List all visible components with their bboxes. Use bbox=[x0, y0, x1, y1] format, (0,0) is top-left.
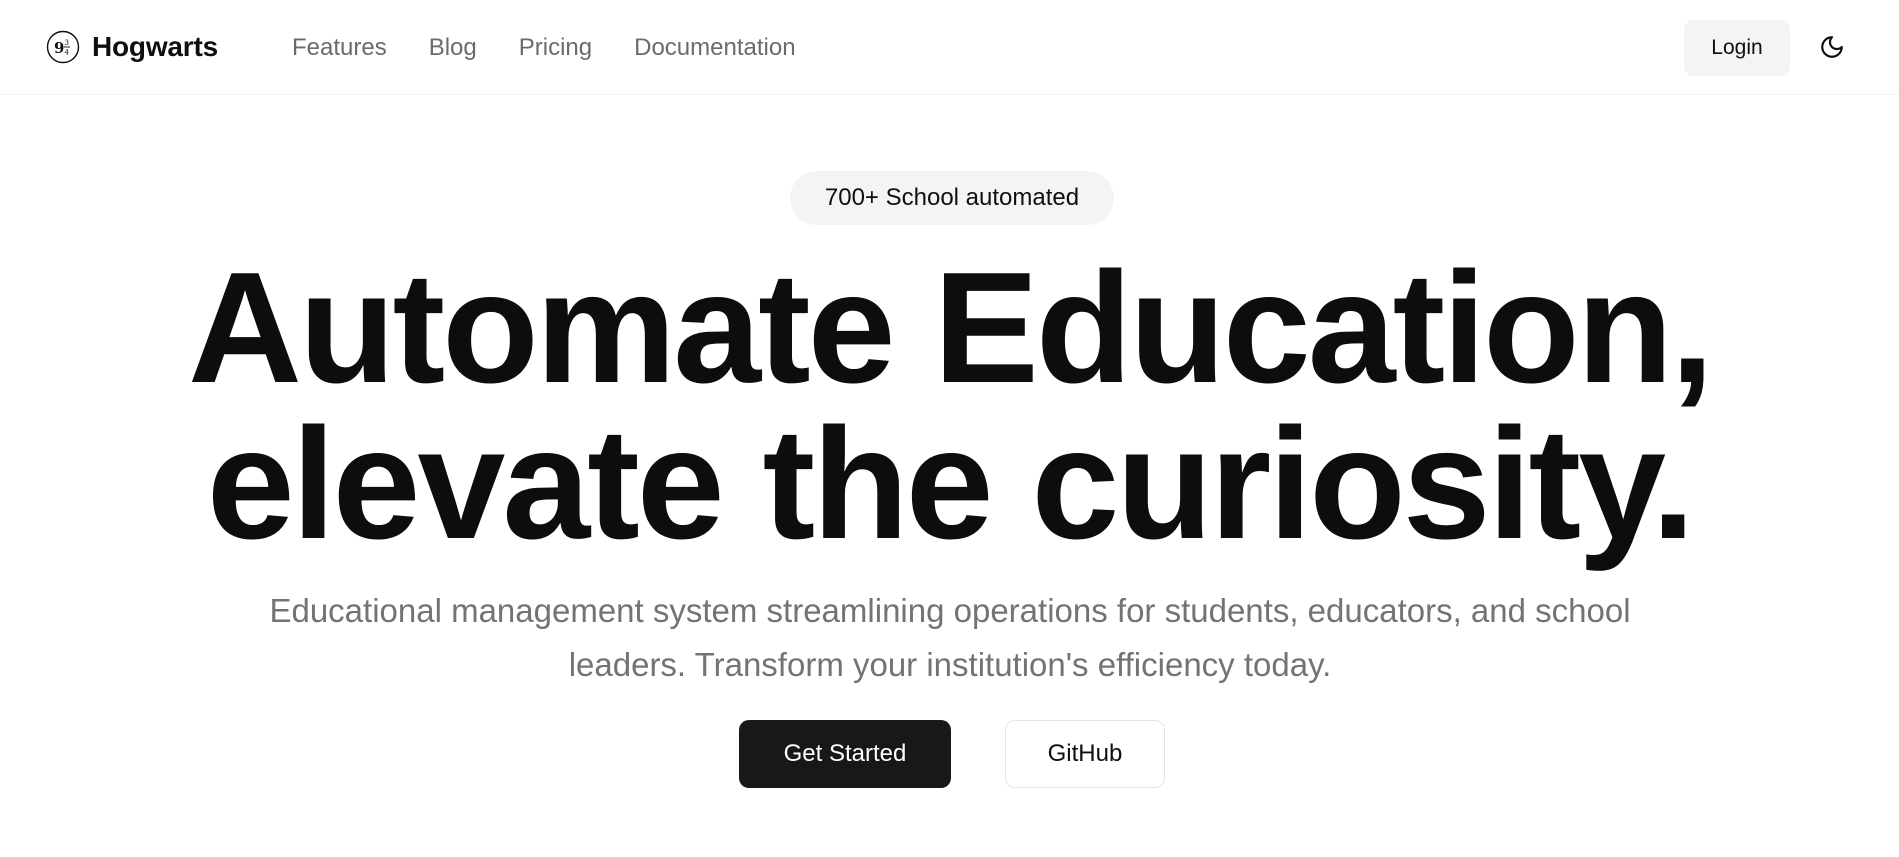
svg-text:9: 9 bbox=[54, 39, 64, 57]
hero-title: Automate Education, elevate the curiosit… bbox=[0, 240, 1899, 572]
brand-name: Hogwarts bbox=[92, 31, 218, 62]
nav-link-documentation[interactable]: Documentation bbox=[634, 32, 795, 64]
theme-toggle-button[interactable] bbox=[1815, 28, 1849, 68]
nav-link-blog[interactable]: Blog bbox=[429, 32, 477, 64]
brand-link[interactable]: 9 3 4 Hogwarts bbox=[46, 30, 218, 64]
svg-text:3: 3 bbox=[65, 39, 69, 47]
platform-nine-three-quarters-logo-icon: 9 3 4 bbox=[46, 30, 80, 64]
github-button[interactable]: GitHub bbox=[1005, 720, 1165, 788]
site-header: 9 3 4 Hogwarts Features Blog Pricing Doc… bbox=[0, 0, 1899, 95]
get-started-button[interactable]: Get Started bbox=[739, 720, 951, 788]
hero-subtitle: Educational management system streamlini… bbox=[269, 592, 1631, 683]
hero-title-line-2: elevate the curiosity. bbox=[206, 396, 1695, 572]
schools-badge: 700+ School automated bbox=[790, 171, 1114, 225]
moon-icon bbox=[1819, 34, 1845, 63]
login-button[interactable]: Login bbox=[1684, 20, 1790, 76]
landing-page: 9 3 4 Hogwarts Features Blog Pricing Doc… bbox=[0, 0, 1899, 857]
nav-link-features[interactable]: Features bbox=[292, 32, 387, 64]
svg-text:4: 4 bbox=[65, 49, 70, 57]
nav-link-pricing[interactable]: Pricing bbox=[519, 32, 592, 64]
hero-title-line-1: Automate Education, bbox=[187, 240, 1714, 416]
main-nav: Features Blog Pricing Documentation bbox=[292, 32, 796, 64]
